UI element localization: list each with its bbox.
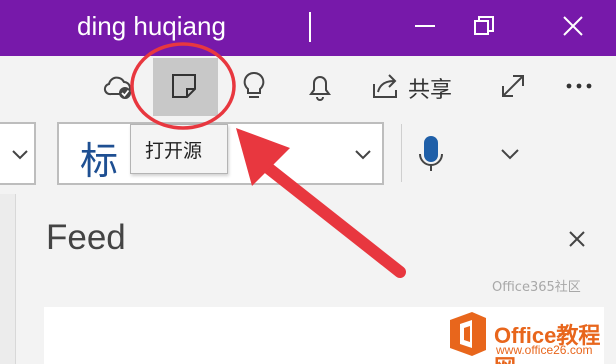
watermark-title: Office教程网 (494, 323, 601, 364)
bell-icon[interactable] (304, 70, 336, 102)
ribbon-separator (401, 124, 402, 182)
share-label[interactable]: 共享 (408, 72, 452, 104)
office-logo (446, 310, 490, 358)
lightbulb-icon[interactable] (238, 70, 270, 102)
left-pane (0, 194, 16, 364)
cloud-sync-check-icon[interactable] (102, 70, 134, 102)
chevron-down-icon[interactable] (10, 144, 30, 164)
close-icon[interactable] (561, 14, 585, 38)
tooltip: 打开源 (130, 124, 228, 174)
feed-title: Feed (46, 218, 126, 257)
microphone-icon[interactable] (416, 134, 446, 174)
title-bar: ding huqiang (0, 0, 616, 56)
expand-icon[interactable] (497, 70, 529, 102)
more-icon[interactable] (563, 70, 595, 102)
minimize-icon[interactable] (413, 14, 437, 38)
open-source-icon[interactable] (168, 70, 200, 102)
share-icon[interactable] (370, 70, 402, 102)
close-icon[interactable] (567, 229, 587, 249)
tooltip-text: 打开源 (145, 140, 203, 162)
title-separator (309, 12, 311, 42)
user-name[interactable]: ding huqiang (77, 11, 226, 42)
watermark-url: www.office26.com (496, 343, 593, 357)
chevron-down-icon[interactable] (353, 144, 373, 164)
font-dropdown[interactable] (0, 122, 36, 185)
restore-icon[interactable] (472, 14, 496, 38)
style-value: 标 (80, 139, 119, 183)
chevron-down-icon[interactable] (498, 142, 522, 166)
watermark-sub: Office365社区 (492, 280, 581, 295)
